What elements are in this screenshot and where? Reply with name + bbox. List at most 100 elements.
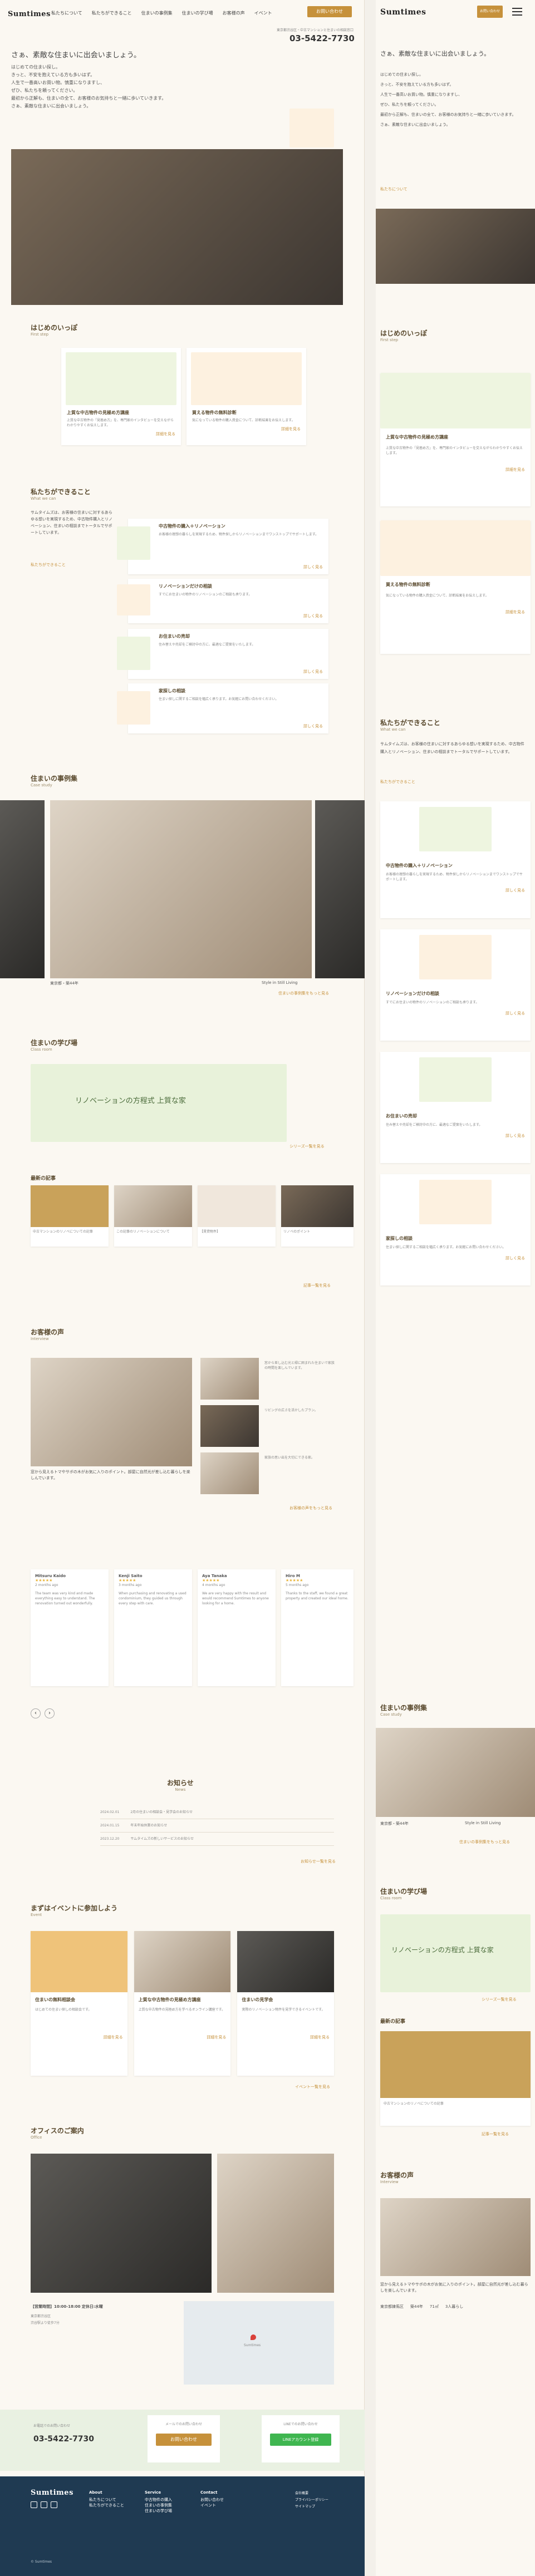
hero-line: 最初から正解も、住まいの全て、お客様のお気持ちと一緒に歩いていきます。 — [380, 112, 516, 117]
event-link[interactable]: 詳細を見る — [134, 2012, 231, 2040]
mobile-learn-link[interactable]: シリーズ一覧を見る — [482, 1997, 517, 2002]
news-item[interactable]: 2024.02.01 2月の住まいの相談会・見学会のお知らせ — [100, 1806, 334, 1819]
nav-item[interactable]: 住まいの学び場 — [182, 10, 213, 16]
card-title: 買える物件の無料診断 — [386, 582, 430, 587]
article-card[interactable]: 【賃貸物件】 — [198, 1185, 276, 1247]
article-row: 中古マンションのリノベについての記事 この記事のリノベーションについて 【賃貸物… — [31, 1185, 365, 1247]
footer-link[interactable]: お問い合わせ — [200, 2497, 224, 2503]
case-photo[interactable] — [315, 800, 365, 978]
mobile-what-link[interactable]: 私たちができること — [380, 779, 415, 785]
mobile-about-link[interactable]: 私たちについて — [380, 186, 408, 192]
logo[interactable]: Sumtimes — [8, 8, 51, 18]
footer-link[interactable]: プライバシーポリシー — [295, 2497, 328, 2504]
header-tel[interactable]: 03-5422-7730 — [289, 33, 355, 43]
mobile-service-card[interactable]: 家探しの相談 住まい探しに関するご相談を幅広く承ります。お気軽にお問い合わせくださ… — [380, 1174, 531, 1285]
news-link[interactable]: お知らせ一覧を見る — [301, 1859, 336, 1864]
card-link[interactable]: 詳細を見る — [386, 609, 525, 615]
card-link[interactable]: 詳細を見る — [192, 426, 301, 432]
learn-banner[interactable]: リノベーションの方程式 上質な家 — [31, 1064, 287, 1142]
voice-thumb[interactable] — [200, 1405, 259, 1447]
nav-item[interactable]: イベント — [254, 10, 272, 16]
mobile-article-card[interactable]: 中古マンションのリノベについての記事 — [380, 2031, 531, 2126]
case-photo[interactable] — [0, 800, 45, 978]
service-card[interactable]: リノベーションだけの相談 すでにお住まいの物件のリノベーションのご相談も承ります… — [117, 579, 328, 623]
footer-link[interactable]: サイトマップ — [295, 2504, 328, 2510]
service-link[interactable]: 詳しく見る — [386, 1133, 525, 1139]
what-link[interactable]: 私たちができること — [31, 562, 66, 568]
footer-link[interactable]: 住まいの学び場 — [145, 2508, 172, 2514]
event-link[interactable]: 詳細を見る — [237, 2012, 334, 2040]
service-card[interactable]: 中古物件の購入＋リノベーション お客様の理想の暮らしを実現するため、物件探しから… — [117, 519, 328, 574]
voice-thumb[interactable] — [200, 1452, 259, 1494]
office-map[interactable]: Sumtimes — [184, 2301, 334, 2385]
nav-item[interactable]: お客様の声 — [223, 10, 245, 16]
cta-mail-button[interactable]: お問い合わせ — [156, 2434, 212, 2446]
articles-link[interactable]: 記事一覧を見る — [303, 1283, 331, 1288]
service-link[interactable]: 詳しく見る — [303, 723, 323, 729]
footer-link[interactable]: イベント — [200, 2503, 224, 2508]
learn-link[interactable]: シリーズ一覧を見る — [289, 1144, 325, 1149]
event-card[interactable]: 住まいの見学会 実際のリノベーション物件を見学できるイベントです。 詳細を見る — [237, 1931, 335, 2076]
mobile-first-step-card[interactable]: 買える物件の無料診断 気になっている物件の購入資金について、診断結果をお伝えしま… — [380, 520, 531, 654]
cta-tel[interactable]: 03-5422-7730 — [33, 2435, 94, 2444]
article-card[interactable]: リノベのポイント — [281, 1185, 354, 1247]
mobile-service-card[interactable]: リノベーションだけの相談 すでにお住まいの物件のリノベーションのご相談も承ります。… — [380, 929, 531, 1041]
article-card[interactable]: この記事のリノベーションについて — [114, 1185, 192, 1247]
nav-item[interactable]: 私たちについて — [51, 10, 82, 16]
mobile-case-photo[interactable] — [376, 1728, 535, 1817]
mobile-logo[interactable]: Sumtimes — [380, 8, 426, 17]
case-photo[interactable] — [50, 800, 312, 978]
service-link[interactable]: 詳しく見る — [303, 564, 323, 570]
footer-link[interactable]: 中古物件の購入 — [145, 2497, 172, 2503]
first-step-card[interactable]: 買える物件の無料診断 気になっている物件の購入資金について、診断結果をお伝えしま… — [186, 348, 306, 445]
service-link[interactable]: 詳しく見る — [303, 613, 323, 619]
card-link[interactable]: 詳細を見る — [386, 467, 525, 472]
learn-heading: 住まいの学び場 Class room — [31, 1039, 78, 1052]
footer-link[interactable]: 私たちについて — [89, 2497, 124, 2503]
service-link[interactable]: 詳しく見る — [386, 888, 525, 893]
card-illustration — [191, 352, 302, 405]
first-step-card[interactable]: 上質な中古物件の見極め方講座 上質な中古物件の「見極め方」を、専門家のインタビュ… — [61, 348, 181, 445]
footer-link[interactable]: 私たちができること — [89, 2503, 124, 2508]
footer-link[interactable]: 住まいの事例集 — [145, 2503, 172, 2508]
instagram-icon[interactable] — [41, 2501, 47, 2508]
carousel-prev-button[interactable]: ‹ — [31, 1708, 41, 1718]
mobile-first-step-card[interactable]: 上質な中古物件の見極め方講座 上質な中古物件の「見極め方」を、専門家のインタビュ… — [380, 373, 531, 506]
nav-item[interactable]: 私たちができること — [92, 10, 132, 16]
events-link[interactable]: イベント一覧を見る — [295, 2084, 330, 2090]
news-item[interactable]: 2023.12.20 サムタイムズの新しいサービスのお知らせ — [100, 1833, 334, 1846]
cases-link[interactable]: 住まいの事例集をもっと見る — [278, 991, 329, 996]
article-card[interactable]: 中古マンションのリノベについての記事 — [31, 1185, 109, 1247]
voice-photo[interactable] — [31, 1358, 192, 1466]
service-text: お客様の理想の暮らしを実現するため、物件探しからリノベーションまでワンストップで… — [386, 873, 523, 881]
card-link[interactable]: 詳細を見る — [67, 431, 175, 437]
mobile-articles-link[interactable]: 記事一覧を見る — [482, 2131, 509, 2137]
service-card[interactable]: 家探しの相談 住まい探しに関するご相談を幅広く承ります。お気軽にお問い合わせくだ… — [117, 683, 328, 733]
mobile-voice-photo[interactable] — [380, 2198, 531, 2276]
event-card[interactable]: 上質な中古物件の見極め方講座 上質な中古物件の見極め方を学べるオンライン講座です。… — [134, 1931, 231, 2076]
review-date: 2 months ago — [35, 1583, 58, 1587]
service-card[interactable]: お住まいの売却 住み替えや売却をご検討中の方に、最適なご提案をいたします。 詳し… — [117, 629, 328, 679]
event-link[interactable]: 詳細を見る — [31, 2012, 127, 2040]
event-card[interactable]: 住まいの無料相談会 はじめての住まい探しの相談会です。 詳細を見る — [31, 1931, 127, 2076]
mobile-service-card[interactable]: 中古物件の購入＋リノベーション お客様の理想の暮らしを実現するため、物件探しからリ… — [380, 801, 531, 918]
mobile-service-card[interactable]: お住まいの売却 住み替えや売却をご検討中の方に、最適なご提案をいたします。 詳しく見… — [380, 1052, 531, 1163]
voice-thumb[interactable] — [200, 1358, 259, 1400]
mobile-learn-banner[interactable]: リノベーションの方程式 上質な家 — [380, 1914, 531, 1992]
footer-logo[interactable]: Sumtimes — [31, 2489, 73, 2497]
footer-link[interactable]: 会社概要 — [295, 2490, 328, 2497]
service-link[interactable]: 詳しく見る — [303, 669, 323, 674]
contact-button[interactable]: お問い合わせ — [307, 6, 352, 17]
youtube-icon[interactable] — [51, 2501, 57, 2508]
cta-line-button[interactable]: LINEアカウント登録 — [270, 2434, 331, 2446]
hamburger-menu-icon[interactable] — [512, 8, 522, 16]
service-link[interactable]: 詳しく見る — [386, 1255, 525, 1261]
mobile-contact-button[interactable]: お問い合わせ — [477, 6, 503, 18]
nav-item[interactable]: 住まいの事例集 — [141, 10, 173, 16]
facebook-icon[interactable] — [31, 2501, 37, 2508]
service-link[interactable]: 詳しく見る — [386, 1011, 525, 1016]
news-item[interactable]: 2024.01.15 年末年始休業のお知らせ — [100, 1819, 334, 1833]
voice-link[interactable]: お客様の声をもっと見る — [289, 1505, 332, 1511]
carousel-next-button[interactable]: › — [45, 1708, 55, 1718]
mobile-cases-link[interactable]: 住まいの事例集をもっと見る — [459, 1839, 510, 1845]
